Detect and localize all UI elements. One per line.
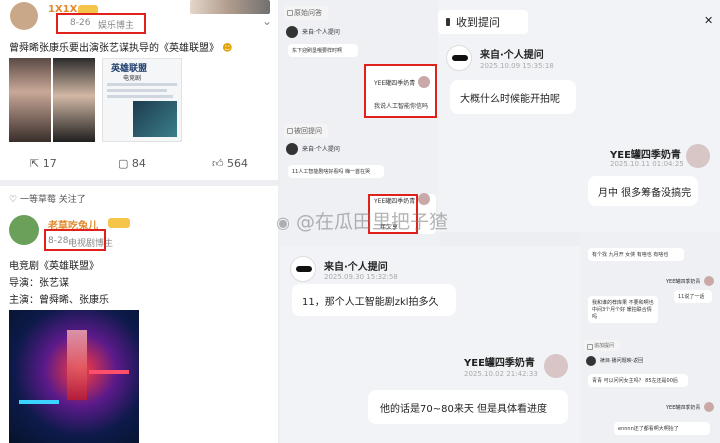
q-time: 2025.09.30 15:32:58 <box>324 273 398 281</box>
header-marker <box>446 18 450 26</box>
like-count: 564 <box>227 157 248 170</box>
a2-name: YEE罐四季奶青 <box>374 198 416 205</box>
chat-bubble: 有个找 九月开 女侠 有啥也 有啥也 <box>588 248 684 261</box>
avatar <box>418 76 430 88</box>
follow-text: 一等草莓 关注了 <box>19 195 86 205</box>
divider <box>0 180 278 186</box>
watermark-text: @在瓜田里把子猹 <box>296 211 449 233</box>
emoji-icon: ☻ <box>219 43 233 54</box>
question-text: 11，那个人工智能剧zkl拍多久 <box>302 297 439 308</box>
answer-name: YEE罐四季奶青 <box>666 405 701 411</box>
avatar <box>290 256 316 282</box>
left-panel: 1X1X 8-26 娱乐博主 ⌄ 曾舜晞张康乐要出演张艺谋执导的《英雄联盟》 ☻… <box>0 0 278 443</box>
avatar-glasses <box>296 266 312 272</box>
a-name: YEE罐四季奶青 <box>374 80 416 87</box>
avatar[interactable] <box>10 2 38 30</box>
vip-badge <box>78 5 98 15</box>
avatar <box>446 45 472 71</box>
post2-line-1: 电竞剧《英雄联盟》 <box>9 261 99 272</box>
post2-line-2: 导演：张艺谋 <box>9 278 69 289</box>
q-time: 2025.10.09 15:35:18 <box>480 62 554 70</box>
avatar <box>418 193 430 205</box>
avatar <box>704 402 714 412</box>
poster-streak <box>19 400 59 404</box>
text-line <box>107 95 173 98</box>
photo-2[interactable] <box>53 58 95 142</box>
answer-text: 他的话是70~80来天 但是具体看进度 <box>380 404 548 415</box>
answer-name: YEE罐四季奶青 <box>610 150 681 161</box>
right-bottom-panel: 有个找 九月开 女侠 有啥也 有啥也 YEE罐四季奶青 11说了一话 我和谁的荐… <box>580 232 720 443</box>
share-button[interactable]: ⇱ 17 <box>30 157 57 170</box>
q-from: 来自·个人提问 <box>480 50 544 61</box>
post1-username[interactable]: 1X1X <box>48 4 77 15</box>
more-icon[interactable]: ⌄ <box>262 14 272 28</box>
photo-1[interactable] <box>9 58 51 142</box>
comment-count: 84 <box>131 157 146 170</box>
text-line <box>107 83 177 86</box>
post2-follow-line: ♡ 一等草莓 关注了 <box>9 195 86 205</box>
post1-text: 曾舜晞张康乐要出演张艺谋执导的《英雄联盟》 ☻ <box>9 39 271 54</box>
poster-figure <box>67 330 87 400</box>
answer-name: YEE罐四季奶青 <box>666 279 701 285</box>
post2-date: 8-28 <box>48 236 69 246</box>
tag-asked: 被回提问 <box>284 124 328 138</box>
weibo-icon: ◉ <box>276 213 290 232</box>
question-bubble: 11，那个人工智能剧zkl拍多久 <box>292 284 456 316</box>
answer-time: 2025.10.11 01:04:25 <box>610 160 684 168</box>
question-text: 大概什么时候能开拍呢 <box>460 94 560 105</box>
answer-bubble: 他的话是70~80来天 但是具体看进度 <box>368 390 568 424</box>
post2-username[interactable]: 老草吃兔儿 <box>48 217 98 232</box>
poster-streak <box>89 370 129 374</box>
q-from: 来自·个人提问 <box>302 29 340 36</box>
post2-line-3: 主演：曾舜晞、张康乐 <box>9 295 109 306</box>
avatar <box>286 143 298 155</box>
q2-from: 来自·个人提问 <box>302 146 340 153</box>
avatar <box>686 144 710 168</box>
decor-sticker <box>190 0 270 14</box>
q-from: 裱目·播问题映·返回 <box>600 358 644 364</box>
avatar <box>704 276 714 286</box>
answer-bubble: 月中 很多筹备没搞完 <box>588 176 698 206</box>
post2-source: 电视剧博主 <box>68 239 114 249</box>
answer-text: 月中 很多筹备没搞完 <box>598 188 692 199</box>
watermark: ◉ @在瓜田里把子猹 <box>276 207 448 234</box>
close-icon[interactable]: ✕ <box>704 14 713 27</box>
tag-followup: 追加提问 <box>584 340 621 351</box>
q-from: 来自·个人提问 <box>324 262 388 273</box>
poster-image <box>133 101 177 137</box>
avatar <box>586 356 596 366</box>
question-bubble: 大概什么时候能开拍呢 <box>450 80 576 114</box>
post1-text-content: 曾舜晞张康乐要出演张艺谋执导的《英雄联盟》 <box>9 43 219 54</box>
avatar-glasses <box>452 55 468 61</box>
answer-time: 2025.10.02 21:42:33 <box>464 370 538 378</box>
post1-date: 8-26 <box>70 18 91 28</box>
avatar <box>544 354 568 378</box>
q-bubble: 东下迎刷垦哦要样时啊 <box>288 44 358 57</box>
poster-sub: 电竞剧 <box>123 75 142 82</box>
comment-button[interactable]: ▢ 84 <box>118 157 146 170</box>
q2-bubble: 11人工智能剧啥好看吗 嗨一首在哭 <box>288 165 384 178</box>
text-line <box>107 89 167 92</box>
right-top-panel: 收到提问 ✕ 来自·个人提问 2025.10.09 15:35:18 大概什么时… <box>438 0 720 232</box>
share-count: 17 <box>42 157 57 170</box>
poster-document[interactable]: 英雄联盟 电竞剧 <box>102 58 182 142</box>
tag-original-qa: 原始问答 <box>284 6 328 20</box>
chat-bubble: 11说了一话 <box>674 290 712 303</box>
vip-badge <box>108 218 130 228</box>
chat-bubble: 青青 可以问问女主吗？ 85左还是00后 <box>588 374 688 387</box>
mid-bottom-panel: 来自·个人提问 2025.09.30 15:32:58 11，那个人工智能剧zk… <box>280 246 580 443</box>
like-button[interactable]: 👍︎ 564 <box>212 157 248 170</box>
header-title: 收到提问 <box>456 16 500 29</box>
chat-bubble: ennnn还了都看啊大啊抬了 <box>614 422 710 435</box>
post2-poster[interactable] <box>9 310 139 443</box>
post1-source: 娱乐博主 <box>98 21 135 31</box>
a-text: 我说人工智能你信吗 <box>374 103 429 110</box>
avatar <box>286 26 298 38</box>
avatar[interactable] <box>9 215 39 245</box>
chat-bubble: 我和谁的荐库果 不要和啊也 中间3个月个好 暖拍联合情吗 <box>588 296 658 323</box>
answer-name: YEE罐四季奶青 <box>464 358 535 369</box>
